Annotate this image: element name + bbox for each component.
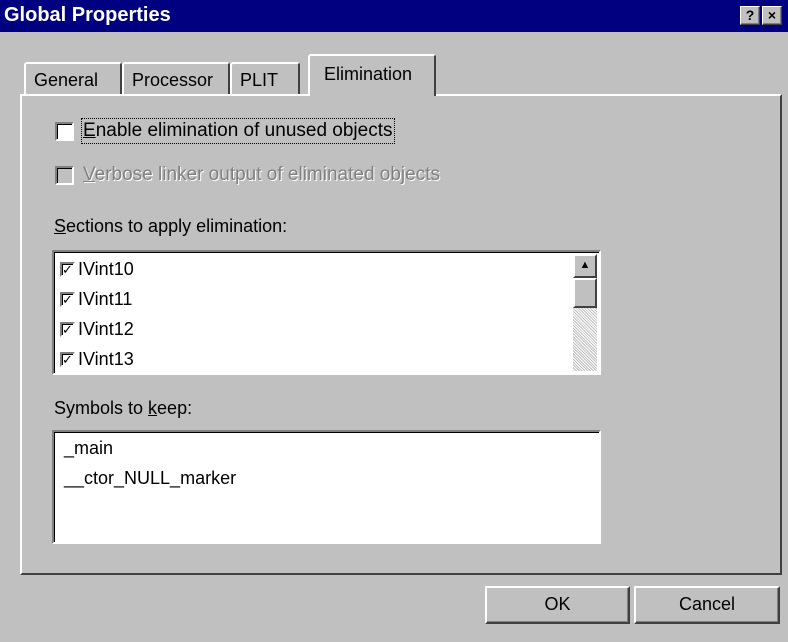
list-item[interactable]: ✓ IVint10	[60, 254, 134, 284]
ok-button[interactable]: OK	[485, 586, 630, 624]
title-bar: Global Properties ? ×	[0, 0, 788, 32]
verbose-output-option: Verbose linker output of eliminated obje…	[55, 164, 440, 186]
sections-listbox[interactable]: ✓ IVint10 ✓ IVint11 ✓ IVint12 ✓ IVint13 …	[52, 250, 601, 375]
symbols-textbox[interactable]: _main __ctor_NULL_marker	[52, 430, 601, 544]
window-title: Global Properties	[4, 4, 171, 26]
list-item[interactable]: ✓ IVint12	[60, 314, 134, 344]
enable-elimination-option[interactable]: Enable elimination of unused objects	[55, 118, 395, 144]
list-item: _main	[64, 438, 114, 458]
cancel-button[interactable]: Cancel	[634, 586, 780, 624]
symbols-label: Symbols to keep:	[54, 398, 193, 418]
item-label: IVint13	[78, 348, 134, 369]
enable-elimination-label[interactable]: Enable elimination of unused objects	[81, 118, 395, 144]
item-checkbox[interactable]: ✓	[60, 291, 75, 307]
verbose-output-checkbox	[55, 165, 74, 185]
item-checkbox[interactable]: ✓	[60, 351, 75, 367]
verbose-output-label: Verbose linker output of eliminated obje…	[83, 164, 440, 185]
item-label: IVint10	[78, 258, 134, 279]
tab-elimination[interactable]: Elimination	[308, 54, 436, 96]
scroll-thumb[interactable]	[573, 278, 597, 308]
list-item[interactable]: ✓ IVint11	[60, 284, 132, 314]
scroll-up-arrow-icon[interactable]: ▲	[573, 254, 597, 278]
tab-general[interactable]: General	[24, 62, 122, 94]
item-label: IVint12	[78, 318, 134, 339]
sections-scrollbar[interactable]: ▲	[573, 254, 597, 371]
tab-plit[interactable]: PLIT	[230, 62, 300, 94]
close-button[interactable]: ×	[762, 6, 782, 25]
help-button[interactable]: ?	[740, 6, 760, 25]
list-item: __ctor_NULL_marker	[64, 468, 237, 488]
tab-processor[interactable]: Processor	[122, 62, 230, 94]
list-item[interactable]: ✓ IVint13	[60, 344, 134, 373]
enable-elimination-checkbox[interactable]	[55, 121, 74, 141]
item-label: IVint11	[78, 288, 133, 309]
item-checkbox[interactable]: ✓	[60, 321, 75, 337]
sections-label: Sections to apply elimination:	[54, 216, 288, 236]
item-checkbox[interactable]: ✓	[60, 261, 75, 277]
